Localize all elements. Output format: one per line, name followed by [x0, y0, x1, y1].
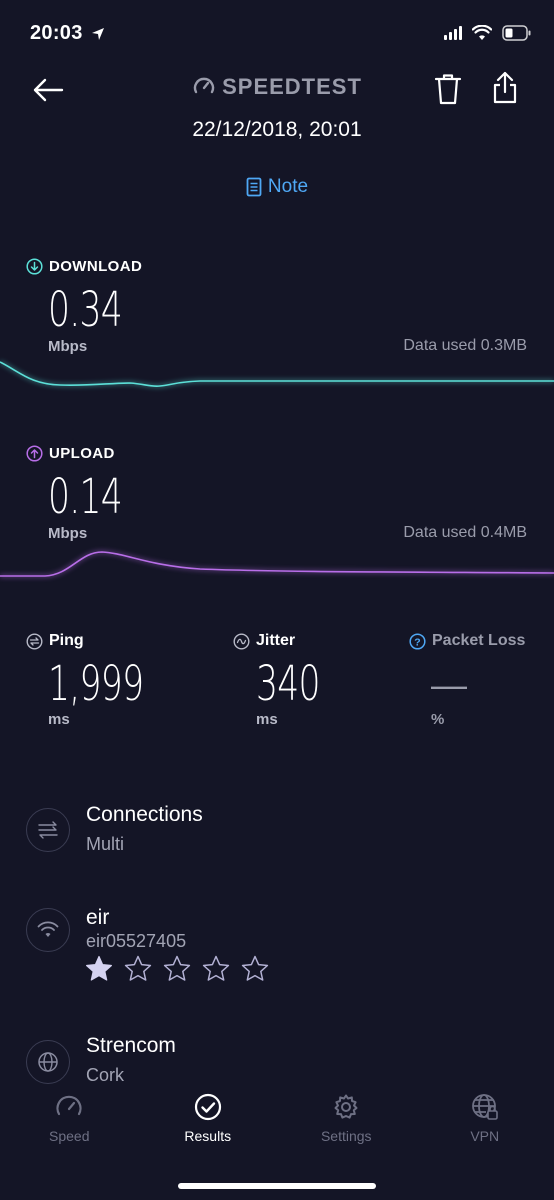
jitter-unit: ms: [256, 711, 278, 728]
download-speed-graph: [0, 360, 554, 389]
upload-label: UPLOAD: [26, 445, 115, 462]
jitter-label-text: Jitter: [256, 632, 296, 649]
ping-label: Ping: [26, 632, 84, 650]
app-brand: SPEEDTEST: [0, 74, 554, 105]
star-outline-icon[interactable]: [201, 954, 231, 984]
globe-lock-icon: [471, 1094, 498, 1120]
cellular-signal-icon: [444, 26, 462, 40]
ping-unit: ms: [48, 711, 70, 728]
svg-text:?: ?: [414, 636, 420, 648]
packet-loss-label[interactable]: ? Packet Loss: [409, 632, 525, 650]
note-button[interactable]: Note: [0, 176, 554, 203]
ping-value: 1,999: [48, 656, 144, 712]
connections-title: Connections: [86, 803, 203, 826]
connections-subtitle: Multi: [86, 834, 125, 854]
connections-icon-circle: [26, 808, 70, 852]
trash-icon[interactable]: [433, 72, 463, 106]
status-time: 20:03: [30, 22, 105, 45]
tab-results-label: Results: [184, 1128, 232, 1144]
ping-label-text: Ping: [49, 632, 84, 649]
tab-vpn[interactable]: VPN: [416, 1092, 554, 1162]
location-arrow-icon: [91, 27, 104, 40]
battery-icon: [502, 25, 531, 41]
star-filled-icon[interactable]: [84, 954, 114, 984]
note-icon: [246, 177, 262, 197]
packet-loss-unit: %: [431, 711, 445, 728]
speedometer-logo-icon: [193, 77, 215, 94]
tab-speed-label: Speed: [49, 1128, 90, 1144]
tab-results[interactable]: Results: [139, 1092, 278, 1162]
share-icon[interactable]: [490, 70, 520, 106]
upload-value: 0.14: [48, 469, 123, 525]
star-outline-icon[interactable]: [162, 954, 192, 984]
jitter-value: 340: [256, 656, 321, 712]
status-icons: [444, 22, 532, 44]
network-icon-circle: [26, 908, 70, 952]
jitter-label: Jitter: [233, 632, 295, 650]
status-time-text: 20:03: [30, 22, 83, 44]
download-label: DOWNLOAD: [26, 258, 142, 275]
download-arrow-icon: [26, 258, 43, 275]
home-indicator[interactable]: [178, 1183, 376, 1189]
star-outline-icon[interactable]: [240, 954, 270, 984]
jitter-icon: [233, 632, 250, 650]
upload-label-text: UPLOAD: [49, 445, 115, 462]
speedometer-icon: [56, 1095, 82, 1116]
help-circle-icon[interactable]: ?: [409, 632, 426, 650]
server-icon-circle: [26, 1040, 70, 1084]
check-circle-icon: [194, 1093, 221, 1121]
packet-loss-value: —: [431, 664, 467, 705]
server-title: Strencom: [86, 1034, 176, 1057]
tab-speed[interactable]: Speed: [0, 1092, 139, 1162]
upload-arrow-icon: [26, 445, 43, 462]
bottom-tab-bar: Speed Results Settings VPN: [0, 1092, 554, 1162]
packet-loss-label-text: Packet Loss: [432, 632, 526, 649]
wifi-network-icon: [37, 921, 59, 937]
upload-speed-graph: [0, 549, 554, 578]
network-rating[interactable]: [84, 954, 270, 984]
wifi-icon: [472, 25, 492, 40]
star-outline-icon[interactable]: [123, 954, 153, 984]
tab-settings[interactable]: Settings: [277, 1092, 416, 1162]
connections-arrows-icon: [38, 821, 58, 839]
download-value: 0.34: [48, 282, 123, 338]
network-subtitle: eir05527405: [86, 931, 187, 951]
gear-icon: [334, 1094, 358, 1119]
tab-settings-label: Settings: [320, 1128, 372, 1144]
server-subtitle: Cork: [86, 1065, 125, 1085]
ping-icon: [26, 632, 43, 650]
download-label-text: DOWNLOAD: [49, 258, 143, 275]
test-date: 22/12/2018, 20:01: [192, 118, 362, 141]
globe-icon: [38, 1052, 58, 1072]
network-title: eir: [86, 906, 110, 929]
brand-text: SPEEDTEST: [222, 74, 362, 99]
tab-vpn-label: VPN: [470, 1128, 500, 1144]
note-label: Note: [267, 176, 309, 197]
